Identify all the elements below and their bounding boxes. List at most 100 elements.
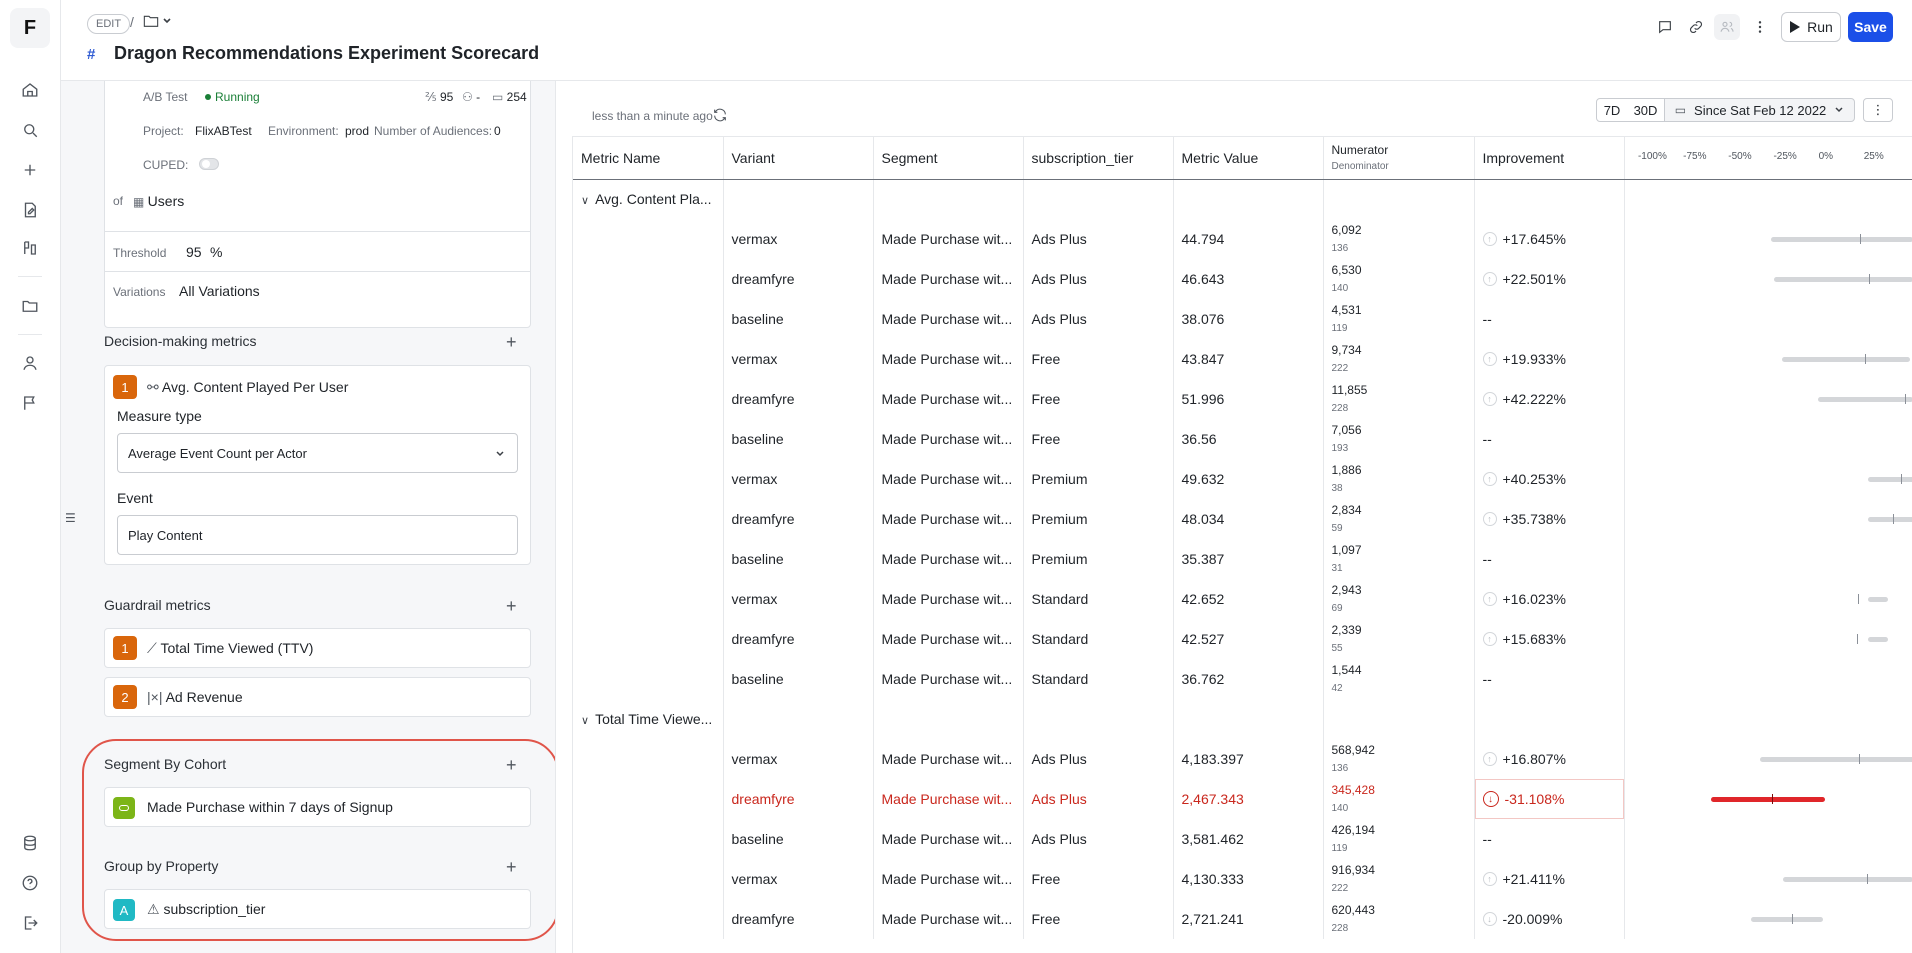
table-row[interactable]: vermax Made Purchase wit... Standard 42.652… <box>573 579 1912 619</box>
add-decision-metric-icon[interactable]: + <box>506 333 517 351</box>
environment-label: Environment: <box>268 124 339 138</box>
threshold-unit: % <box>210 244 223 260</box>
experiment-card: A/B Test Running ⅖ 95 ⚇ - ▭ 254 Project:… <box>104 81 531 328</box>
home-icon[interactable] <box>18 78 42 102</box>
chevron-down-icon <box>1835 107 1843 113</box>
edit-doc-icon[interactable] <box>18 198 42 222</box>
add-cohort-icon[interactable]: + <box>506 756 517 774</box>
axis-tick-label: 25% <box>1863 151 1884 162</box>
metric-cell <box>573 419 724 459</box>
app-logo[interactable]: F <box>10 8 50 48</box>
more-options-icon[interactable] <box>1747 14 1773 40</box>
denominator-value: 222 <box>1331 362 1349 374</box>
date-range-picker[interactable]: ▭ Since Sat Feb 12 2022 <box>1664 98 1855 122</box>
add-guardrail-metric-icon[interactable]: + <box>506 597 517 615</box>
variations-value[interactable]: All Variations <box>179 283 260 299</box>
of-value[interactable]: ▦ Users <box>133 193 184 209</box>
tier-cell: Ads Plus <box>1023 219 1174 259</box>
table-row[interactable]: baseline Made Purchase wit... Premium 35.38… <box>573 539 1912 579</box>
metric-cell <box>573 459 724 499</box>
comment-icon[interactable] <box>1652 14 1678 40</box>
logout-icon[interactable] <box>18 911 42 935</box>
event-field[interactable]: Play Content <box>117 515 518 555</box>
cuped-toggle[interactable] <box>199 158 219 170</box>
user-icon[interactable] <box>18 351 42 375</box>
save-button[interactable]: Save <box>1848 12 1893 42</box>
metric-cell <box>573 859 724 899</box>
add-property-icon[interactable]: + <box>506 858 517 876</box>
metric-group-row[interactable]: ∨ Total Time Viewe... <box>573 699 1912 739</box>
range-7d-button[interactable]: 7D <box>1596 98 1628 122</box>
metric-group-name[interactable]: ∨ Avg. Content Pla... <box>573 179 724 219</box>
guardrail-metric-item[interactable]: 1 ⟋ Total Time Viewed (TTV) <box>104 628 531 668</box>
guardrail-metric-item[interactable]: 2 |×| Ad Revenue <box>104 677 531 717</box>
table-row[interactable]: dreamfyre Made Purchase wit... Free 51.996 1… <box>573 379 1912 419</box>
list-toggle-icon[interactable]: ☰ <box>65 511 76 525</box>
database-icon[interactable] <box>18 831 42 855</box>
collaborators-icon[interactable] <box>1714 14 1740 40</box>
col-variant[interactable]: Variant <box>723 137 874 180</box>
tier-cell: Ads Plus <box>1023 259 1174 299</box>
plus-icon[interactable] <box>18 158 42 182</box>
table-row[interactable]: dreamfyre Made Purchase wit... Premium 48.0… <box>573 499 1912 539</box>
decision-metric-card: 1 ⚯ Avg. Content Played Per User Measure… <box>104 365 531 565</box>
denominator-value: 193 <box>1331 442 1349 454</box>
table-row[interactable]: dreamfyre Made Purchase wit... Ads Plus 46.… <box>573 259 1912 299</box>
measure-type-select[interactable]: Average Event Count per Actor <box>117 433 518 473</box>
table-row[interactable]: vermax Made Purchase wit... Ads Plus 44.794… <box>573 219 1912 259</box>
col-segment[interactable]: Segment <box>873 137 1024 180</box>
folder-breadcrumb[interactable] <box>143 14 172 28</box>
denominator-value: 55 <box>1331 642 1343 654</box>
table-row[interactable]: vermax Made Purchase wit... Free 43.847 9,73… <box>573 339 1912 379</box>
decision-metric-name[interactable]: ⚯ Avg. Content Played Per User <box>147 379 348 396</box>
variant-cell: baseline <box>723 539 874 579</box>
col-improvement[interactable]: Improvement <box>1474 137 1625 180</box>
help-icon[interactable] <box>18 871 42 895</box>
flag-icon[interactable] <box>18 391 42 415</box>
col-metric-value[interactable]: Metric Value <box>1173 137 1324 180</box>
table-row[interactable]: dreamfyre Made Purchase wit... Standard 42.… <box>573 619 1912 659</box>
metric-value-cell: 38.076 <box>1173 299 1324 339</box>
col-numerator-denominator[interactable]: Numerator Denominator <box>1323 137 1475 180</box>
col-metric-name[interactable]: Metric Name <box>573 137 724 180</box>
table-row[interactable]: vermax Made Purchase wit... Premium 49.632 1… <box>573 459 1912 499</box>
numerator-value: 2,834 <box>1331 502 1362 517</box>
more-options-icon[interactable]: ⋮ <box>1863 98 1893 122</box>
tier-cell: Ads Plus <box>1023 299 1174 339</box>
results-panel: less than a minute ago 7D 30D ▭ Since Sa… <box>556 81 1912 953</box>
col-subscription-tier[interactable]: subscription_tier <box>1023 137 1174 180</box>
table-row[interactable]: baseline Made Purchase wit... Free 36.56 7,0… <box>573 419 1912 459</box>
segment-cell: Made Purchase wit... <box>873 259 1024 299</box>
threshold-value[interactable]: 95 <box>186 244 202 260</box>
search-icon[interactable] <box>18 118 42 142</box>
metric-number-badge: 1 <box>113 375 137 399</box>
folder-icon[interactable] <box>18 294 42 318</box>
table-row[interactable]: vermax Made Purchase wit... Ads Plus 4,183.… <box>573 739 1912 779</box>
group-property-item[interactable]: A ⚠ subscription_tier <box>104 889 531 929</box>
improvement-cell: ↑ +19.933% <box>1474 339 1625 379</box>
table-row[interactable]: baseline Made Purchase wit... Standard 36.7… <box>573 659 1912 699</box>
improvement-value: +21.411% <box>1502 871 1565 887</box>
metric-group-row[interactable]: ∨ Avg. Content Pla... <box>573 179 1912 219</box>
table-row[interactable]: dreamfyre Made Purchase wit... Ads Plus 2,4… <box>573 779 1912 819</box>
table-row[interactable]: baseline Made Purchase wit... Ads Plus 38.0… <box>573 299 1912 339</box>
tier-cell: Ads Plus <box>1023 739 1174 779</box>
tier-cell: Free <box>1023 419 1174 459</box>
axis-tick-label: -25% <box>1773 151 1797 162</box>
range-30d-button[interactable]: 30D <box>1627 98 1665 122</box>
metric-value-cell: 51.996 <box>1173 379 1324 419</box>
cohort-item[interactable]: Made Purchase within 7 days of Signup <box>104 787 531 827</box>
numerator-denominator-cell: 916,934 222 <box>1323 859 1475 899</box>
edit-badge[interactable]: EDIT <box>87 14 131 34</box>
table-row[interactable]: baseline Made Purchase wit... Ads Plus 3,58… <box>573 819 1912 859</box>
measure-type-label: Measure type <box>117 408 202 424</box>
metric-group-name[interactable]: ∨ Total Time Viewe... <box>573 699 724 739</box>
metric-cell <box>573 779 724 819</box>
table-row[interactable]: dreamfyre Made Purchase wit... Free 2,721.2… <box>573 899 1912 939</box>
arrow-up-icon: ↑ <box>1482 592 1497 606</box>
link-icon[interactable] <box>1683 14 1709 40</box>
run-button[interactable]: Run <box>1781 12 1841 42</box>
refresh-icon[interactable] <box>712 107 728 126</box>
table-row[interactable]: vermax Made Purchase wit... Free 4,130.333 9… <box>573 859 1912 899</box>
experiment-icon[interactable] <box>18 236 42 260</box>
